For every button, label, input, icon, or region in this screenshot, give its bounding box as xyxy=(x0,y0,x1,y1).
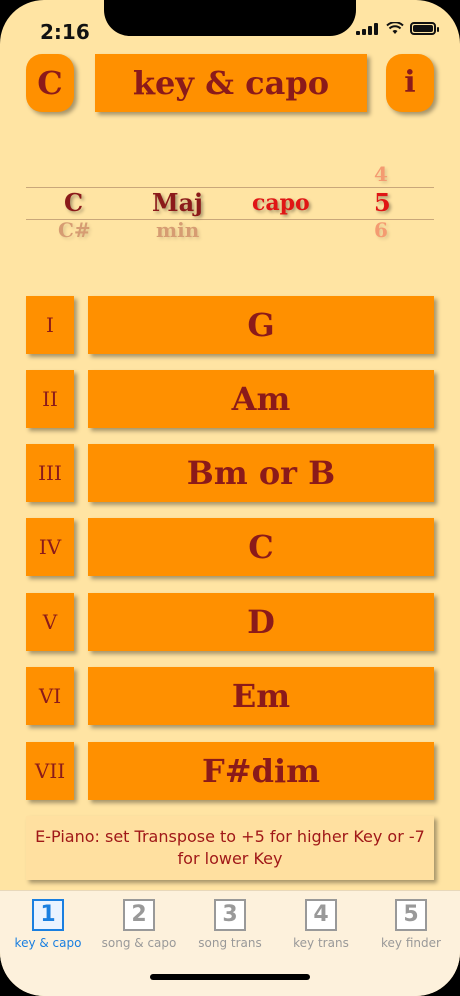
chord-button[interactable]: C xyxy=(88,518,434,576)
tab-number-2-icon: 2 xyxy=(123,899,155,931)
wifi-icon xyxy=(386,22,404,34)
page-title: key & capo xyxy=(95,54,367,112)
chord-button[interactable]: D xyxy=(88,593,434,651)
tab-key-capo[interactable]: 1 key & capo xyxy=(3,899,93,950)
tab-label: song & capo xyxy=(101,936,177,950)
chord-button[interactable]: F#dim xyxy=(88,742,434,800)
tab-label: key & capo xyxy=(14,936,82,950)
device-notch xyxy=(104,0,356,36)
picker-capo-selected[interactable]: 5 xyxy=(374,188,391,217)
picker-mode-next[interactable]: min xyxy=(156,218,199,242)
key-button[interactable]: C xyxy=(26,54,74,112)
chord-button[interactable]: Am xyxy=(88,370,434,428)
tab-number-3-icon: 3 xyxy=(214,899,246,931)
tab-label: key finder xyxy=(381,936,441,950)
tab-number-5-icon: 5 xyxy=(395,899,427,931)
picker-capo-label: capo xyxy=(252,190,310,216)
status-time: 2:16 xyxy=(40,20,90,44)
chord-button[interactable]: G xyxy=(88,296,434,354)
degree-numeral: IV xyxy=(26,518,74,576)
degree-numeral: I xyxy=(26,296,74,354)
picker-capo-prev[interactable]: 4 xyxy=(374,162,388,186)
picker-capo-next[interactable]: 6 xyxy=(374,218,388,242)
status-icons xyxy=(356,22,439,35)
tab-number-4-icon: 4 xyxy=(305,899,337,931)
picker-mode-selected[interactable]: Maj xyxy=(152,188,203,217)
tab-number-1-icon: 1 xyxy=(32,899,64,931)
degree-numeral: VII xyxy=(26,742,74,800)
transpose-note: E-Piano: set Transpose to +5 for higher … xyxy=(26,816,434,880)
tab-label: song trans xyxy=(198,936,262,950)
tab-key-finder[interactable]: 5 key finder xyxy=(366,899,456,950)
degree-numeral: II xyxy=(26,370,74,428)
tab-song-trans[interactable]: 3 song trans xyxy=(185,899,275,950)
tab-song-capo[interactable]: 2 song & capo xyxy=(94,899,184,950)
tab-label: key trans xyxy=(293,936,349,950)
chord-button[interactable]: Em xyxy=(88,667,434,725)
app-screen: 2:16 C key & capo i C C# Maj min capo 4 … xyxy=(0,0,460,996)
tab-key-trans[interactable]: 4 key trans xyxy=(276,899,366,950)
signal-icon xyxy=(356,22,380,35)
degree-numeral: V xyxy=(26,593,74,651)
tab-bar: 1 key & capo 2 song & capo 3 song trans … xyxy=(0,890,460,996)
picker-key-next[interactable]: C# xyxy=(58,218,91,242)
chord-button[interactable]: Bm or B xyxy=(88,444,434,502)
degree-numeral: III xyxy=(26,444,74,502)
degree-numeral: VI xyxy=(26,667,74,725)
picker-divider-top xyxy=(26,187,434,188)
home-indicator xyxy=(150,974,310,980)
battery-icon xyxy=(410,22,439,35)
picker-key-selected[interactable]: C xyxy=(64,188,83,217)
info-button[interactable]: i xyxy=(386,54,434,112)
